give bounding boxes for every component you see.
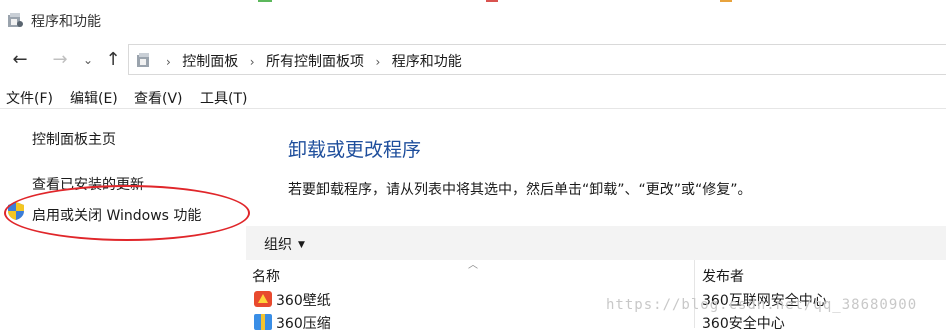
row-name: 360壁纸 bbox=[276, 293, 331, 309]
menu-tools[interactable]: 工具(T) bbox=[200, 88, 247, 108]
forward-arrow-icon[interactable]: → bbox=[48, 48, 72, 72]
address-bar[interactable]: › 控制面板 › 所有控制面板项 › 程序和功能 bbox=[128, 44, 946, 75]
table-header: ︿ 名称 发布者 bbox=[246, 260, 946, 328]
window-title: 程序和功能 bbox=[31, 14, 101, 30]
organize-button[interactable]: 组织 ▼ bbox=[264, 234, 305, 254]
dropdown-caret-icon: ▼ bbox=[298, 240, 305, 250]
annotation-ellipse bbox=[4, 185, 250, 241]
control-panel-icon bbox=[137, 53, 149, 67]
breadcrumb-programs[interactable]: 程序和功能 bbox=[392, 54, 462, 70]
menu-file[interactable]: 文件(F) bbox=[6, 88, 53, 108]
page-description: 若要卸载程序，请从列表中将其选中，然后单击“卸载”、“更改”或“修复”。 bbox=[288, 182, 752, 198]
breadcrumb-separator-icon: › bbox=[166, 55, 171, 69]
toolbar: 组织 ▼ bbox=[246, 226, 946, 260]
column-header-publisher[interactable]: 发布者 bbox=[702, 266, 744, 286]
table-row[interactable]: 360压缩 360安全中心 bbox=[246, 311, 946, 333]
menu-view[interactable]: 查看(V) bbox=[134, 88, 183, 108]
wallpaper-app-icon bbox=[254, 291, 272, 307]
organize-label: 组织 bbox=[264, 237, 292, 253]
column-header-name[interactable]: 名称 bbox=[252, 266, 280, 286]
breadcrumb-control-panel[interactable]: 控制面板 bbox=[182, 54, 238, 70]
breadcrumb: › 控制面板 › 所有控制面板项 › 程序和功能 bbox=[159, 51, 462, 71]
row-publisher: 360安全中心 bbox=[702, 316, 785, 332]
breadcrumb-separator-icon: › bbox=[375, 55, 381, 69]
menu-edit[interactable]: 编辑(E) bbox=[70, 88, 118, 108]
sort-up-icon: ︿ bbox=[468, 260, 478, 271]
back-arrow-icon[interactable]: ← bbox=[8, 48, 32, 72]
page-title: 卸载或更改程序 bbox=[288, 139, 422, 161]
breadcrumb-separator-icon: › bbox=[249, 55, 255, 69]
recent-locations-chevron-icon[interactable]: ⌄ bbox=[76, 48, 100, 72]
up-arrow-icon[interactable]: ↑ bbox=[101, 48, 125, 72]
breadcrumb-all-items[interactable]: 所有控制面板项 bbox=[266, 54, 364, 70]
menu-bar: 文件(F) 编辑(E) 查看(V) 工具(T) bbox=[0, 84, 946, 109]
control-panel-home-link[interactable]: 控制面板主页 bbox=[32, 129, 116, 149]
title-bar: 程序和功能 bbox=[0, 0, 946, 40]
row-name: 360压缩 bbox=[276, 316, 331, 332]
programs-icon bbox=[8, 13, 23, 27]
watermark-text: https://blog.csdn.net/qq_38680900 bbox=[606, 297, 918, 313]
